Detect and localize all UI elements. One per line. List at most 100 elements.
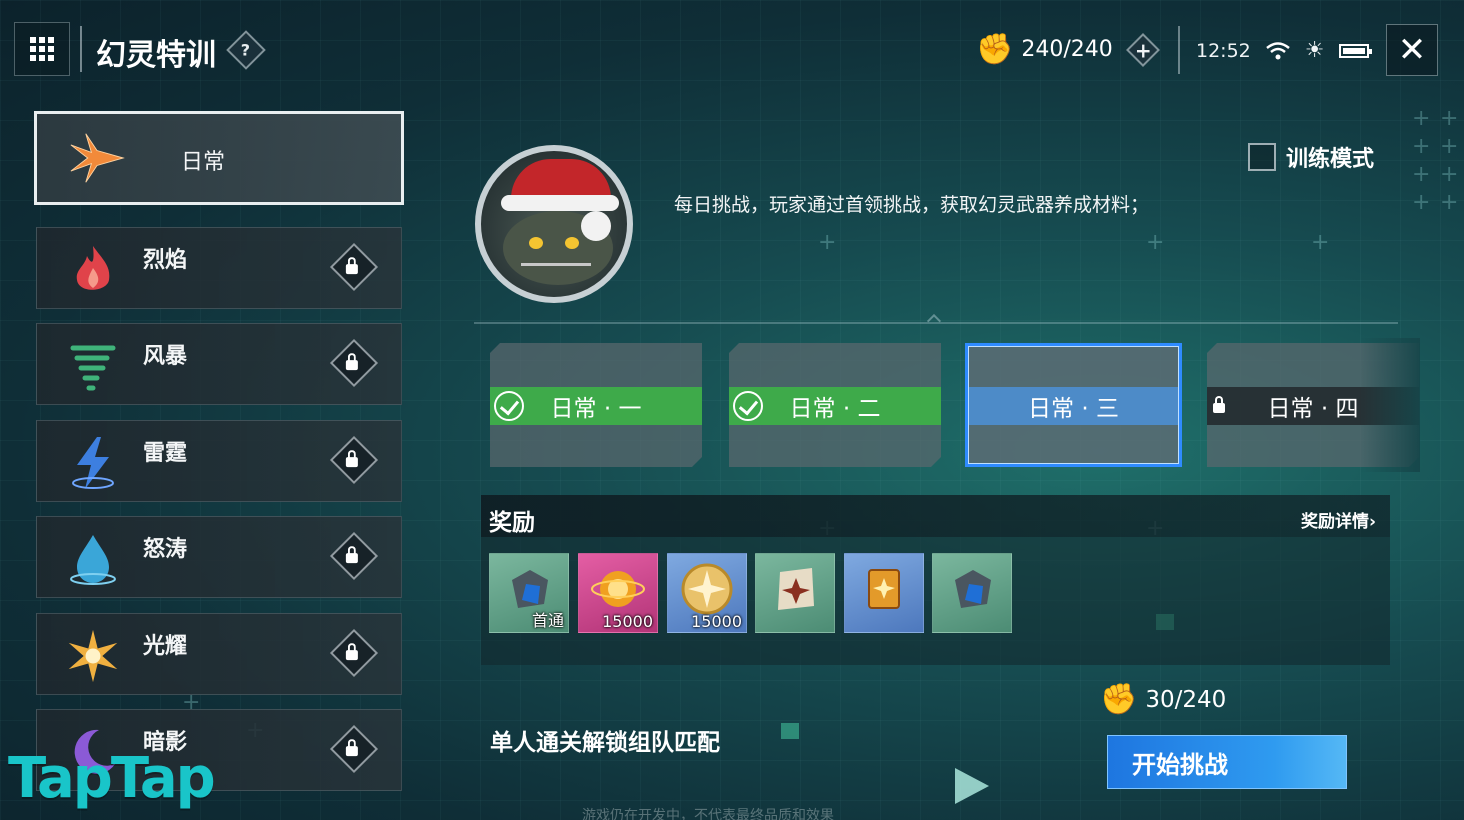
rewards-panel: 奖励 奖励详情› 首通 15000 15000 — [481, 495, 1390, 665]
stamina-cost: ✊ 30/240 — [1100, 682, 1226, 717]
stamina-counter: ✊ 240/240 + — [976, 32, 1160, 67]
lock-icon — [329, 628, 379, 678]
decor-plus: + — [1412, 134, 1431, 159]
reward-item[interactable]: 首通 — [489, 553, 569, 633]
sidebar-item-label: 光耀 — [143, 634, 188, 659]
lock-icon — [329, 435, 379, 485]
reward-item[interactable]: 15000 — [578, 553, 658, 633]
rewards-header: 奖励 奖励详情› — [481, 495, 1390, 537]
gold-book-icon — [859, 564, 909, 623]
scroll-emblem-icon — [770, 564, 820, 623]
decor-plus: + — [1412, 190, 1431, 215]
stamina-fist-icon: ✊ — [1100, 682, 1138, 717]
boss-portrait — [475, 145, 633, 303]
stamina-cost-value: 30/240 — [1145, 686, 1227, 713]
lock-icon — [1213, 398, 1225, 413]
brightness-icon: ☀ — [1304, 38, 1325, 63]
add-stamina-button[interactable]: + — [1125, 32, 1160, 67]
spark-star-icon — [69, 130, 125, 186]
sidebar-item-label: 雷霆 — [143, 441, 188, 466]
grid-menu-icon — [30, 37, 54, 61]
decor-plus: + — [1440, 162, 1459, 187]
rewards-title: 奖励 — [489, 510, 535, 536]
reward-tag: 15000 — [602, 612, 653, 631]
radiant-sun-icon — [65, 628, 121, 684]
reward-tag: 15000 — [691, 612, 742, 631]
decor-square — [781, 723, 799, 739]
title-divider — [80, 26, 82, 72]
decor-plus: + — [1440, 106, 1459, 131]
reward-item[interactable] — [932, 553, 1012, 633]
divider-marker — [926, 313, 942, 329]
stage-label: 日常 · 二 — [789, 396, 881, 422]
lock-icon — [329, 338, 379, 388]
play-triangle-icon — [955, 768, 989, 804]
sidebar-item-fire[interactable]: 烈焰 — [36, 227, 402, 309]
lock-icon — [329, 242, 379, 292]
start-challenge-label: 开始挑战 — [1132, 750, 1228, 779]
battery-icon — [1338, 43, 1372, 58]
training-mode-toggle[interactable]: 训练模式 — [1248, 141, 1374, 173]
unlock-hint: 单人通关解锁组队匹配 — [490, 730, 720, 756]
reward-item[interactable] — [844, 553, 924, 633]
lightning-icon — [65, 435, 121, 491]
decor-plus: + — [1146, 230, 1165, 255]
start-challenge-button[interactable]: 开始挑战 — [1107, 735, 1347, 789]
close-icon: ✕ — [1397, 30, 1427, 70]
decor-plus: + — [818, 230, 837, 255]
blue-ore-icon — [947, 566, 997, 621]
stage-bar: 日常 · 一 — [490, 387, 702, 425]
flame-icon — [65, 242, 121, 298]
reward-item[interactable]: 15000 — [667, 553, 747, 633]
reward-details-link[interactable]: 奖励详情› — [1301, 507, 1376, 532]
stage-label: 日常 · 一 — [550, 396, 642, 422]
page-title: 幻灵特训 — [96, 38, 216, 73]
close-button[interactable]: ✕ — [1386, 24, 1438, 76]
stage-card-1[interactable]: 日常 · 一 — [490, 343, 702, 467]
decor-plus: + — [1440, 190, 1459, 215]
taptap-watermark: TapTap — [8, 746, 216, 811]
sidebar-item-storm[interactable]: 风暴 — [36, 323, 402, 405]
reward-tag: 首通 — [531, 611, 564, 630]
stage-scroll-fade — [1360, 338, 1420, 472]
decor-plus: + — [1311, 230, 1330, 255]
sidebar-item-label: 烈焰 — [143, 248, 188, 273]
status-divider — [1178, 26, 1180, 74]
check-circle-icon — [494, 391, 524, 421]
development-notice: 游戏仍在开发中，不代表最终品质和效果 — [582, 808, 834, 820]
challenge-description: 每日挑战，玩家通过首领挑战，获取幻灵武器养成材料； — [674, 194, 1150, 216]
menu-button[interactable] — [14, 22, 70, 76]
status-bar: 12:52 ☀ — [1196, 38, 1372, 63]
sidebar-item-label: 怒涛 — [143, 537, 188, 562]
reward-item[interactable] — [755, 553, 835, 633]
sidebar-item-label: 日常 — [181, 150, 226, 175]
clock: 12:52 — [1196, 39, 1251, 62]
lock-icon — [329, 724, 379, 774]
check-circle-icon — [733, 391, 763, 421]
decor-plus: + — [1412, 162, 1431, 187]
water-drop-icon — [65, 531, 121, 587]
training-mode-checkbox[interactable] — [1248, 143, 1276, 171]
lock-icon — [329, 531, 379, 581]
plus-icon: + — [1134, 37, 1152, 62]
decor-plus: + — [1440, 134, 1459, 159]
training-mode-label: 训练模式 — [1286, 147, 1375, 172]
tornado-icon — [65, 338, 121, 394]
sidebar-item-label: 风暴 — [143, 344, 188, 369]
chevron-right-icon: › — [1368, 512, 1376, 532]
question-icon: ? — [241, 40, 251, 60]
selection-frame — [965, 343, 1182, 467]
sidebar-item-radiance[interactable]: 光耀 — [36, 613, 402, 695]
stamina-fist-icon: ✊ — [976, 32, 1014, 67]
reward-details-label: 奖励详情 — [1300, 512, 1369, 532]
help-button[interactable]: ? — [226, 30, 266, 70]
stage-card-2[interactable]: 日常 · 二 — [729, 343, 941, 467]
sidebar-item-daily[interactable]: 日常 — [34, 111, 404, 205]
stage-card-3[interactable]: 日常 · 三 — [965, 343, 1182, 467]
wifi-icon — [1265, 41, 1290, 59]
sidebar-item-thunder[interactable]: 雷霆 — [36, 420, 402, 502]
sidebar-item-tide[interactable]: 怒涛 — [36, 516, 402, 598]
decor-plus: + — [1412, 106, 1431, 131]
stamina-value: 240/240 — [1021, 37, 1113, 62]
stage-bar: 日常 · 二 — [729, 387, 941, 425]
